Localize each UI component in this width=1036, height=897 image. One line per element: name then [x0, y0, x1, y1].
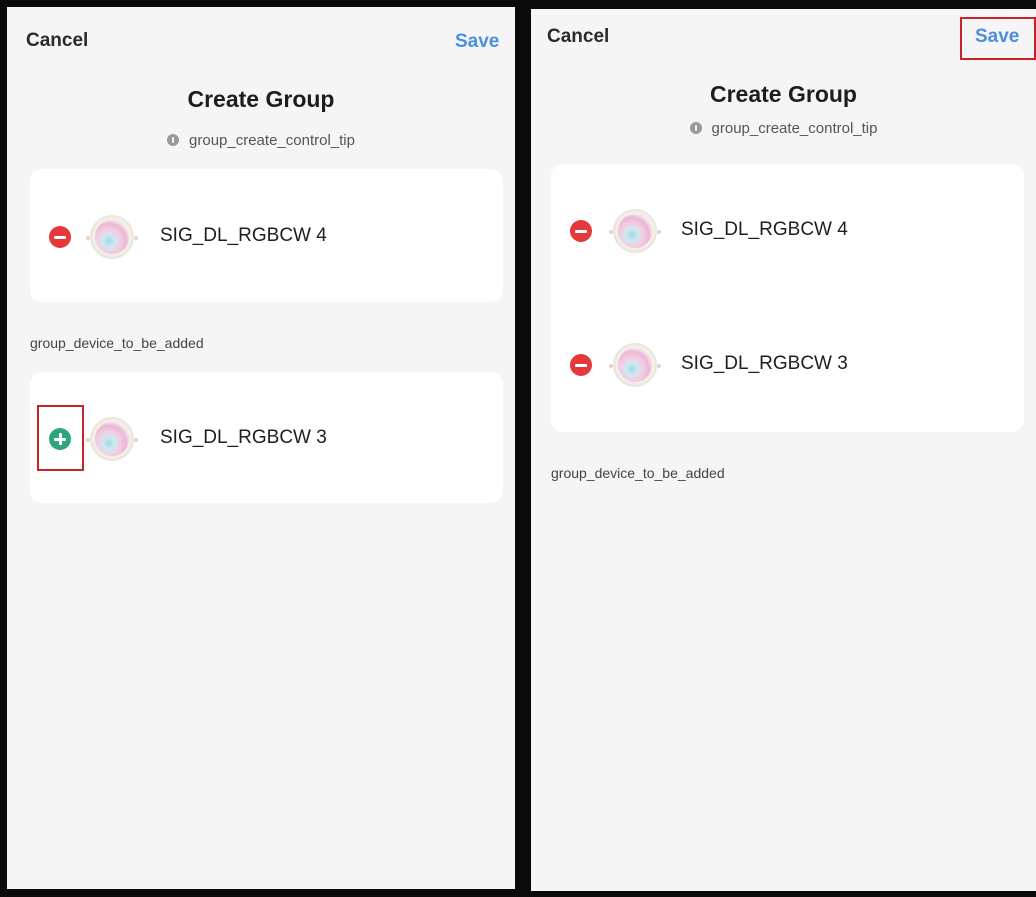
screen-after-add: Cancel Save Create Group group_create_co… — [522, 0, 1036, 897]
list-item: SIG_DL_RGBCW 3 — [551, 337, 1024, 393]
device-name: SIG_DL_RGBCW 3 — [160, 427, 327, 448]
list-item: SIG_DL_RGBCW 4 — [30, 209, 503, 265]
page-title: Create Group — [710, 81, 857, 107]
device-name: SIG_DL_RGBCW 4 — [681, 219, 848, 240]
device-name: SIG_DL_RGBCW 4 — [160, 225, 327, 246]
highlight-box — [960, 17, 1036, 60]
info-icon — [167, 134, 180, 146]
cancel-button[interactable]: Cancel — [26, 30, 88, 52]
light-bulb-icon — [86, 215, 138, 259]
group-devices-card: SIG_DL_RGBCW 4 SIG_DL_RGBCW 3 — [551, 164, 1024, 432]
save-button[interactable]: Save — [455, 31, 499, 53]
tip-text-row: group_create_control_tip — [531, 120, 1036, 137]
screen-before-add: Cancel Save Create Group group_create_co… — [0, 0, 522, 897]
device-name: SIG_DL_RGBCW 3 — [681, 353, 848, 374]
tip-text: group_create_control_tip — [711, 120, 878, 137]
light-bulb-icon — [86, 417, 138, 461]
nav-bar: Cancel Save — [7, 7, 515, 67]
remove-device-button[interactable] — [570, 220, 592, 242]
section-label: group_device_to_be_added — [30, 335, 204, 351]
remove-device-button[interactable] — [49, 226, 71, 248]
list-item: SIG_DL_RGBCW 4 — [551, 203, 1024, 259]
section-label: group_device_to_be_added — [551, 465, 725, 481]
remove-device-button[interactable] — [570, 354, 592, 376]
cancel-button[interactable]: Cancel — [547, 26, 609, 48]
page-title: Create Group — [187, 86, 335, 112]
info-icon — [689, 122, 702, 134]
light-bulb-icon — [609, 209, 661, 253]
light-bulb-icon — [609, 343, 661, 387]
available-devices-card: SIG_DL_RGBCW 3 — [30, 372, 503, 503]
list-item: SIG_DL_RGBCW 3 — [30, 411, 503, 467]
tip-text-row: group_create_control_tip — [7, 132, 515, 149]
highlight-box — [37, 405, 84, 471]
tip-text: group_create_control_tip — [189, 132, 355, 149]
group-devices-card: SIG_DL_RGBCW 4 — [30, 169, 503, 302]
